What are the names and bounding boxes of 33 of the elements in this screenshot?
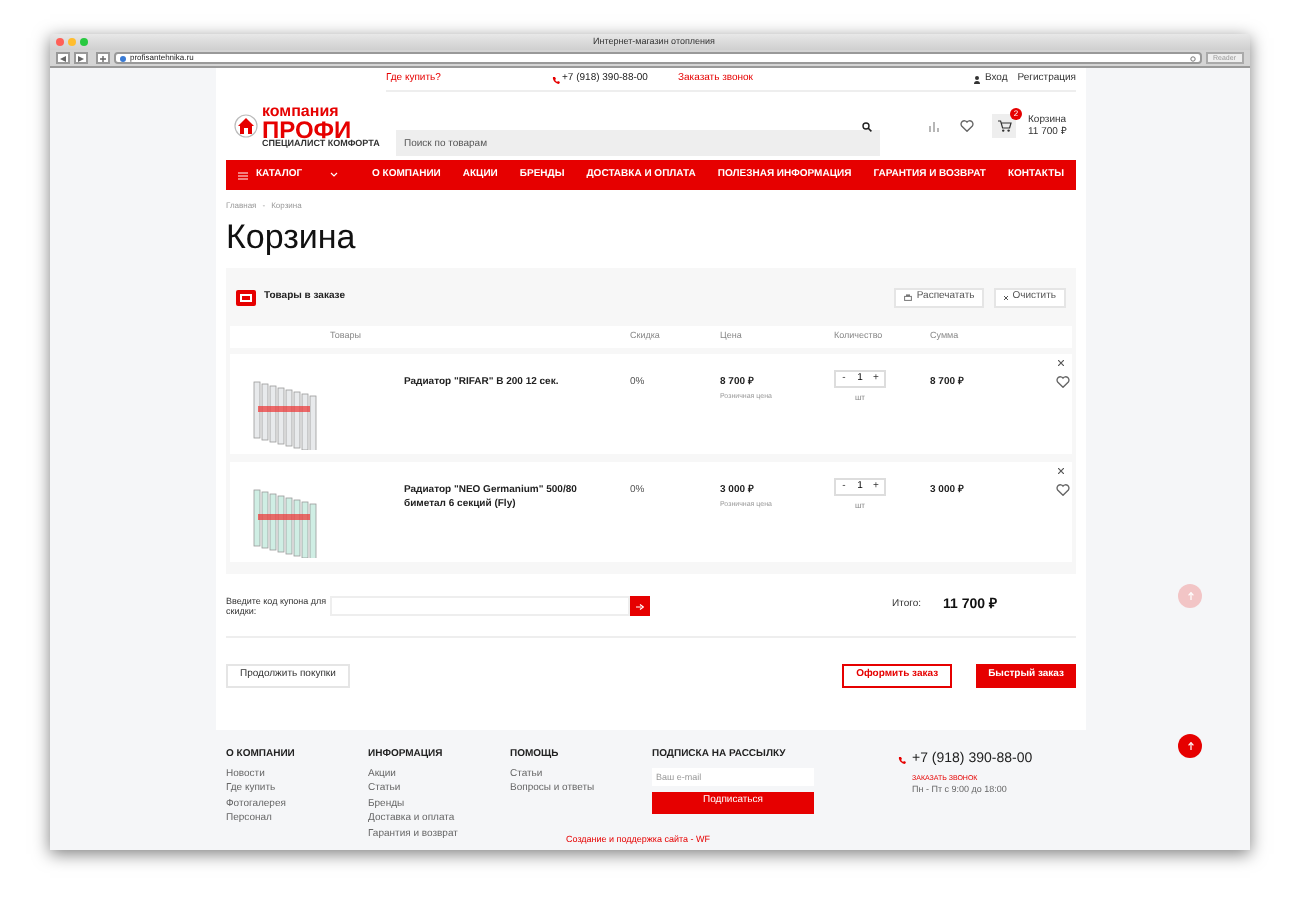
close-icon[interactable] bbox=[1058, 468, 1064, 474]
search-icon[interactable] bbox=[862, 121, 872, 131]
back-icon bbox=[60, 55, 66, 61]
chevron-down-icon bbox=[330, 172, 338, 178]
logo-text: компания bbox=[262, 103, 341, 120]
print-icon bbox=[904, 293, 913, 301]
menu-icon bbox=[238, 171, 248, 179]
plus-icon bbox=[100, 55, 106, 61]
arrow-up-icon bbox=[1187, 592, 1193, 600]
apply-coupon-button[interactable] bbox=[630, 596, 650, 616]
phone-icon bbox=[898, 756, 906, 765]
forward-icon bbox=[78, 55, 84, 61]
logo-text: ПРОФИ bbox=[262, 119, 352, 140]
forward-button[interactable] bbox=[74, 52, 88, 64]
back-button[interactable] bbox=[56, 52, 70, 64]
house-logo-icon bbox=[234, 114, 258, 138]
heart-icon[interactable] bbox=[1056, 376, 1070, 388]
page-title: Корзина bbox=[226, 218, 358, 258]
phone-icon bbox=[552, 75, 560, 83]
arrow-up-icon bbox=[1187, 742, 1193, 750]
user-icon bbox=[974, 75, 981, 83]
close-icon[interactable] bbox=[1058, 360, 1064, 366]
heart-icon[interactable] bbox=[960, 120, 974, 132]
cart-box-icon bbox=[236, 289, 256, 305]
globe-icon bbox=[120, 55, 126, 61]
coupon-field[interactable] bbox=[330, 596, 630, 616]
arrow-right-icon bbox=[636, 603, 644, 609]
add-button[interactable] bbox=[96, 52, 110, 64]
heart-icon[interactable] bbox=[1056, 484, 1070, 496]
close-window-icon[interactable] bbox=[56, 38, 64, 46]
cart-icon bbox=[997, 120, 1011, 132]
reload-icon[interactable] bbox=[1189, 55, 1196, 61]
scroll-up-button[interactable] bbox=[1178, 734, 1202, 758]
